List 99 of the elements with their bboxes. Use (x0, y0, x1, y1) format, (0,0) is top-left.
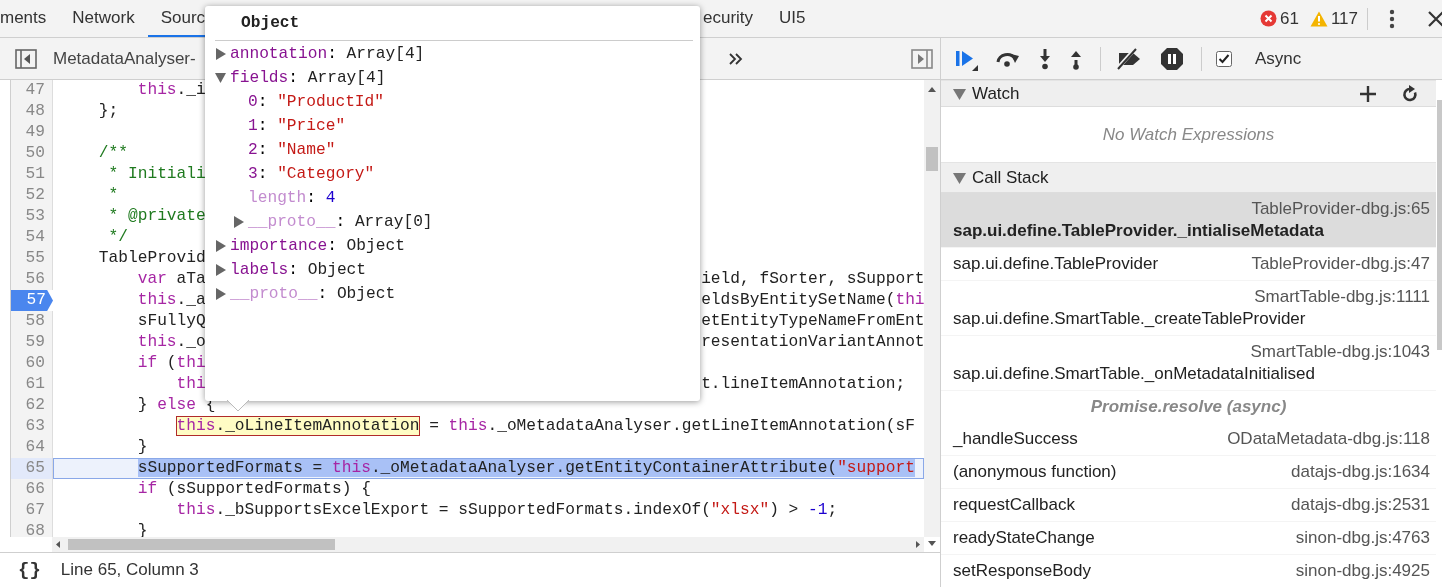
scrollbar-thumb[interactable] (926, 147, 938, 171)
step-into-icon[interactable] (1038, 47, 1052, 70)
empty-message: No Watch Expressions (1101, 124, 1276, 146)
function-name: sap.ui.define.SmartTable._createTableProvider (953, 308, 1306, 330)
function-name: sap.ui.define.TableProvider (953, 253, 1159, 275)
warning-icon (1309, 10, 1328, 27)
property-text[interactable]: 0: "ProductId" (248, 93, 384, 111)
code-line: }; (97, 101, 119, 122)
code-fragment: ield, fSorter, sSupport (701, 269, 924, 290)
call-frame-row[interactable]: (anonymous function) datajs-dbg.js:1634 (941, 456, 1436, 489)
source-link[interactable]: datajs-dbg.js:2531 (1283, 494, 1430, 516)
source-link[interactable]: SmartTable-dbg.js:1043 (1242, 341, 1430, 363)
source-link[interactable]: datajs-dbg.js:1634 (1283, 461, 1430, 483)
function-name: requestCallback (953, 494, 1075, 516)
call-frame-row[interactable]: sap.ui.define.TableProvider TableProvider-dbg.js:47 (941, 248, 1436, 281)
scrollbar-thumb[interactable] (1437, 100, 1442, 350)
code-line: this._bSupportsExcelExport = sSupportedFormats.indexOf("xlsx") > -1; (175, 500, 838, 521)
cursor-position: Line 65, Column 3 (60, 560, 199, 580)
code-line: this._o (136, 332, 206, 353)
scrollbar-thumb[interactable] (68, 539, 335, 550)
call-frame-row[interactable]: SmartTable-dbg.js:1043 sap.ui.define.SmartTable._onMetadataInitialised (941, 336, 1436, 391)
source-link[interactable]: TableProvider-dbg.js:65 (1243, 198, 1430, 220)
close-icon[interactable] (1428, 10, 1442, 27)
code-line: * (107, 185, 119, 206)
source-link[interactable]: sinon-dbg.js:4763 (1287, 527, 1430, 549)
code-line: this._a (136, 290, 206, 311)
function-name: setResponseBody (953, 560, 1091, 582)
expand-arrow-icon[interactable] (215, 264, 226, 276)
expand-arrow-icon[interactable] (215, 48, 226, 60)
call-frame-row[interactable]: requestCallback datajs-dbg.js:2531 (941, 489, 1436, 522)
call-frame-row[interactable]: SmartTable-dbg.js:1111 sap.ui.define.SmartTable._createTableProvider (941, 281, 1436, 336)
code-line: thi (175, 374, 206, 395)
line-number[interactable]: 57 (11, 290, 53, 311)
code-line: sFullyQ (136, 311, 206, 332)
property-text[interactable]: 2: "Name" (248, 141, 336, 159)
property-text[interactable]: labels: Object (230, 261, 367, 279)
warning-count[interactable]: 117 (1330, 8, 1358, 29)
property-text[interactable]: importance: Object (230, 237, 405, 255)
call-frame-row[interactable]: TableProvider-dbg.js:65 sap.ui.define.TableProvider._intialiseMetadata (941, 193, 1436, 248)
panel-tab[interactable]: ecurity (703, 0, 767, 37)
function-name: readyStateChange (953, 527, 1095, 549)
code-line: if (thi (136, 353, 206, 374)
code-line: } (136, 437, 148, 458)
panel-tab[interactable]: UI5 (766, 0, 819, 37)
code-line: this._i (136, 80, 206, 101)
code-line: this._oLineItemAnnotation = this._oMetadataAnalyser.getLineItemAnnotation(sF (175, 416, 915, 437)
code-line: if (sSupportedFormats) { (136, 479, 371, 500)
double-chevron-icon[interactable] (729, 51, 743, 66)
file-tab[interactable]: MetadataAnalyser- (53, 48, 196, 69)
code-line: * @private (107, 206, 206, 227)
source-link[interactable]: sinon-dbg.js:4925 (1287, 560, 1430, 582)
property-text[interactable]: __proto__: Object (230, 285, 396, 303)
code-line: TableProvid (97, 248, 206, 269)
call-frame-row[interactable]: _handleSuccess ODataMetadata-dbg.js:118 (941, 423, 1436, 456)
source-link[interactable]: ODataMetadata-dbg.js:118 (1219, 428, 1430, 450)
property-text[interactable]: 1: "Price" (248, 117, 346, 135)
function-name: _handleSuccess (953, 428, 1078, 450)
pause-on-exceptions-icon[interactable] (1160, 46, 1184, 71)
source-link[interactable]: TableProvider-dbg.js:47 (1243, 253, 1430, 275)
checkbox-label[interactable]: Async (1255, 48, 1302, 69)
code-line: /** (97, 143, 128, 164)
property-text[interactable]: length: 4 (248, 189, 336, 207)
expand-arrow-icon[interactable] (953, 87, 966, 100)
expand-arrow-icon[interactable] (215, 72, 226, 84)
expand-arrow-icon[interactable] (953, 171, 966, 184)
more-menu-icon[interactable] (1389, 8, 1395, 29)
code-fragment: t.lineItemAnnotation; (701, 374, 906, 395)
code-fragment: eldsByEntitySetName(thi (701, 290, 924, 311)
refresh-icon[interactable] (1402, 84, 1418, 103)
function-name: sap.ui.define.SmartTable._onMetadataInitialised (953, 363, 1315, 385)
panel-tab[interactable]: Network (59, 0, 148, 37)
sidebar-toggle-icon[interactable] (15, 48, 37, 69)
property-text[interactable]: __proto__: Array[0] (248, 213, 433, 231)
source-link[interactable]: SmartTable-dbg.js:1111 (1246, 286, 1430, 308)
popup-title: Object (215, 6, 693, 41)
sidebar-toggle-icon[interactable] (911, 48, 933, 69)
code-fragment: resentationVariantAnnot (701, 332, 924, 353)
async-separator: Promise.resolve (async) (1089, 396, 1288, 418)
function-name: sap.ui.define.TableProvider._intialiseMetadata (953, 220, 1324, 242)
pretty-print-button[interactable]: {} (18, 559, 41, 581)
checkbox[interactable] (1216, 50, 1232, 67)
code-fragment: etEntityTypeNameFromEnt (701, 311, 924, 332)
expand-arrow-icon[interactable] (215, 240, 226, 252)
function-name: (anonymous function) (953, 461, 1117, 483)
error-count[interactable]: 61 (1279, 8, 1299, 29)
call-frame-row[interactable]: setResponseBody sinon-dbg.js:4925 (941, 555, 1436, 587)
error-icon (1259, 10, 1277, 27)
call-frame-row[interactable]: readyStateChange sinon-dbg.js:4763 (941, 522, 1436, 555)
code-line: sSupportedFormats = this._oMetadataAnalyser.getEntityContainerAttribute("support (136, 458, 915, 479)
property-text[interactable]: annotation: Array[4] (230, 45, 425, 63)
panel-tab[interactable]: ments (0, 0, 60, 37)
code-line: var aTa (136, 269, 206, 290)
add-icon[interactable] (1360, 85, 1376, 102)
expand-arrow-icon[interactable] (215, 288, 226, 300)
property-text[interactable]: fields: Array[4] (230, 69, 386, 87)
code-line: */ (107, 227, 128, 248)
code-line: * Initiali (107, 164, 206, 185)
expand-arrow-icon[interactable] (233, 216, 244, 228)
property-text[interactable]: 3: "Category" (248, 165, 375, 183)
